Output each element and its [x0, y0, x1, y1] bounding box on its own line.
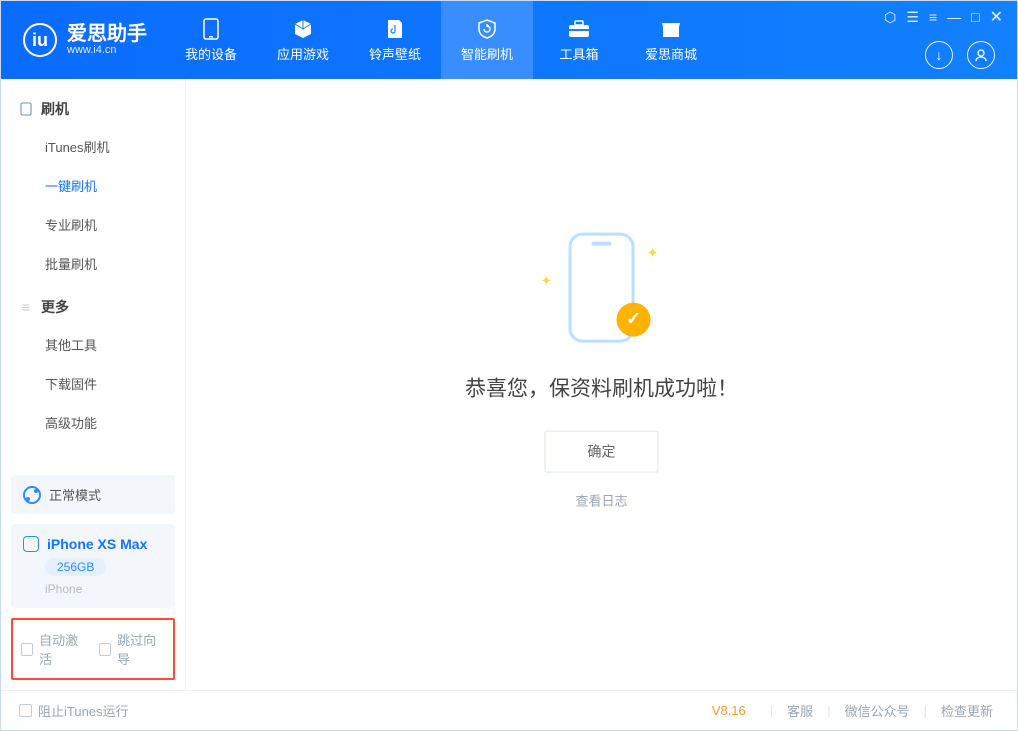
- sidebar-group-flash: 刷机: [1, 85, 185, 127]
- tab-label: 我的设备: [185, 44, 237, 63]
- tab-toolbox[interactable]: 工具箱: [533, 1, 625, 79]
- checkbox-icon: [19, 704, 32, 717]
- minimize-button[interactable]: ―: [947, 9, 961, 25]
- support-link[interactable]: 客服: [781, 701, 819, 720]
- sidebar-item-batch-flash[interactable]: 批量刷机: [1, 244, 185, 283]
- window-controls: ⬡ ☰ ≡ ― □ ✕: [884, 7, 1003, 27]
- app-url: www.i4.cn: [67, 44, 147, 56]
- shirt-icon[interactable]: ⬡: [884, 9, 896, 26]
- sidebar-item-one-click-flash[interactable]: 一键刷机: [1, 166, 185, 205]
- shop-icon: [658, 18, 684, 40]
- toolbox-icon: [566, 18, 592, 40]
- device-type: iPhone: [45, 582, 163, 596]
- tab-label: 爱思商城: [645, 44, 697, 63]
- ok-button[interactable]: 确定: [545, 430, 659, 472]
- checkbox-label: 阻止iTunes运行: [38, 701, 129, 720]
- phone-icon: [198, 18, 224, 40]
- sidebar-item-pro-flash[interactable]: 专业刷机: [1, 205, 185, 244]
- music-file-icon: [382, 18, 408, 40]
- list-icon[interactable]: ≡: [929, 9, 937, 25]
- app-header: iu 爱思助手 www.i4.cn 我的设备 应用游戏 铃声壁纸 智能刷机 工具…: [1, 1, 1017, 79]
- view-log-link[interactable]: 查看日志: [186, 490, 1017, 509]
- checkmark-badge-icon: ✓: [617, 302, 651, 336]
- tab-my-device[interactable]: 我的设备: [165, 1, 257, 79]
- checkbox-icon: [21, 643, 33, 656]
- device-icon: [23, 536, 39, 552]
- tab-apps-games[interactable]: 应用游戏: [257, 1, 349, 79]
- checkbox-label: 自动激活: [39, 630, 87, 668]
- sidebar: 刷机 iTunes刷机 一键刷机 专业刷机 批量刷机 ≡ 更多 其他工具 下载固…: [1, 79, 186, 690]
- phone-outline-icon: [19, 102, 33, 116]
- sidebar-group-more: ≡ 更多: [1, 283, 185, 325]
- list-icon: ≡: [19, 300, 33, 314]
- sidebar-item-advanced[interactable]: 高级功能: [1, 403, 185, 442]
- status-bar: 阻止iTunes运行 V8.16 | 客服 | 微信公众号 | 检查更新: [1, 690, 1017, 730]
- tab-label: 智能刷机: [461, 44, 513, 63]
- wechat-link[interactable]: 微信公众号: [839, 701, 916, 720]
- app-name: 爱思助手: [67, 24, 147, 44]
- tab-shop[interactable]: 爱思商城: [625, 1, 717, 79]
- device-capacity: 256GB: [45, 558, 106, 576]
- shield-refresh-icon: [474, 18, 500, 40]
- sidebar-item-download-firmware[interactable]: 下载固件: [1, 364, 185, 403]
- mode-label: 正常模式: [49, 485, 101, 504]
- mode-icon: [23, 486, 41, 504]
- checkbox-icon: [99, 643, 111, 656]
- sidebar-item-other-tools[interactable]: 其他工具: [1, 325, 185, 364]
- success-illustration: ✓ ✦ ✦: [547, 232, 657, 342]
- tab-label: 工具箱: [559, 44, 598, 63]
- device-mode-card[interactable]: 正常模式: [11, 475, 175, 514]
- device-card[interactable]: iPhone XS Max 256GB iPhone: [11, 524, 175, 608]
- checkbox-block-itunes[interactable]: 阻止iTunes运行: [19, 701, 129, 720]
- sidebar-item-itunes-flash[interactable]: iTunes刷机: [1, 127, 185, 166]
- check-update-link[interactable]: 检查更新: [935, 701, 999, 720]
- close-button[interactable]: ✕: [990, 7, 1003, 27]
- main-content: ✓ ✦ ✦ 恭喜您，保资料刷机成功啦！ 确定 查看日志: [186, 79, 1017, 690]
- sparkle-icon: ✦: [647, 244, 659, 261]
- version-label: V8.16: [712, 703, 746, 718]
- user-button[interactable]: [967, 41, 995, 69]
- menu-icon[interactable]: ☰: [906, 9, 919, 26]
- success-message: 恭喜您，保资料刷机成功啦！: [186, 372, 1017, 402]
- tab-smart-flash[interactable]: 智能刷机: [441, 1, 533, 79]
- app-logo: iu 爱思助手 www.i4.cn: [1, 1, 165, 79]
- tab-ringtone-wallpaper[interactable]: 铃声壁纸: [349, 1, 441, 79]
- checkbox-skip-guide[interactable]: 跳过向导: [99, 630, 165, 668]
- main-tabs: 我的设备 应用游戏 铃声壁纸 智能刷机 工具箱 爱思商城: [165, 1, 717, 79]
- tab-label: 应用游戏: [277, 44, 329, 63]
- cube-icon: [290, 18, 316, 40]
- download-button[interactable]: ↓: [925, 41, 953, 69]
- header-actions: ↓: [925, 41, 995, 69]
- checkbox-auto-activate[interactable]: 自动激活: [21, 630, 87, 668]
- group-title: 刷机: [41, 99, 69, 119]
- group-title: 更多: [41, 297, 69, 317]
- sparkle-icon: ✦: [541, 272, 553, 289]
- device-name: iPhone XS Max: [47, 536, 147, 552]
- logo-icon: iu: [23, 23, 57, 57]
- options-row: 自动激活 跳过向导: [11, 618, 175, 680]
- checkbox-label: 跳过向导: [117, 630, 165, 668]
- maximize-button[interactable]: □: [971, 9, 979, 25]
- tab-label: 铃声壁纸: [369, 44, 421, 63]
